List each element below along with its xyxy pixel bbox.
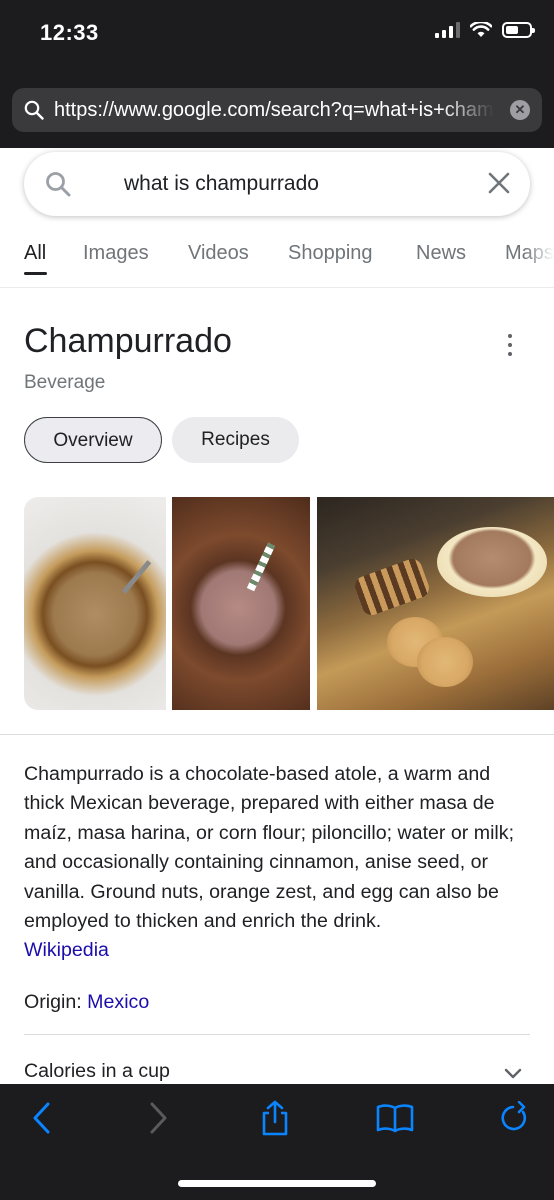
clear-url-icon[interactable]: ✕ (510, 100, 530, 120)
search-input[interactable]: what is champurrado (124, 172, 319, 196)
knowledge-panel-subtitle: Beverage (24, 372, 106, 393)
tab-images[interactable]: Images (83, 242, 149, 265)
knowledge-panel-title: Champurrado (24, 322, 232, 360)
bookmarks-icon[interactable] (371, 1098, 419, 1138)
origin-row: Origin: Mexico (24, 991, 149, 1014)
more-options-icon[interactable] (500, 334, 520, 356)
wikipedia-link[interactable]: Wikipedia (24, 939, 109, 961)
chevron-down-icon[interactable] (502, 1062, 524, 1084)
calories-row[interactable]: Calories in a cup (24, 1060, 170, 1083)
address-bar[interactable]: https://www.google.com/search?q=what+is+… (12, 88, 542, 132)
search-icon[interactable] (44, 170, 72, 198)
cellular-signal-icon (435, 22, 460, 38)
active-tab-indicator (24, 272, 47, 275)
clear-search-icon[interactable] (486, 170, 512, 196)
forward-icon[interactable] (134, 1098, 182, 1138)
tabs-icon[interactable] (489, 1098, 537, 1138)
google-search-box[interactable]: what is champurrado (24, 152, 530, 216)
section-divider (24, 1034, 530, 1035)
back-icon[interactable] (18, 1098, 66, 1138)
chip-recipes[interactable]: Recipes (172, 417, 299, 463)
tab-maps[interactable]: Maps (505, 242, 554, 265)
tab-shopping[interactable]: Shopping (288, 242, 373, 265)
champurrado-image-1[interactable] (24, 497, 166, 710)
battery-icon (502, 22, 535, 38)
description-text: Champurrado is a chocolate-based atole, … (24, 763, 515, 933)
chip-overview[interactable]: Overview (24, 417, 162, 463)
tab-videos[interactable]: Videos (188, 242, 249, 265)
champurrado-image-2[interactable] (172, 497, 310, 710)
wifi-icon (470, 22, 492, 37)
tab-news[interactable]: News (416, 242, 466, 265)
home-indicator[interactable] (178, 1180, 376, 1187)
origin-link[interactable]: Mexico (87, 991, 149, 1013)
share-icon[interactable] (251, 1098, 299, 1138)
url-text[interactable]: https://www.google.com/search?q=what+is+… (54, 99, 494, 122)
champurrado-image-3[interactable] (317, 497, 554, 710)
section-divider (0, 734, 554, 735)
description: Champurrado is a chocolate-based atole, … (24, 760, 534, 966)
browser-chrome-top: 12:33 https://www.google.com/search?q=wh… (0, 0, 554, 148)
status-icons (435, 22, 535, 38)
origin-label: Origin: (24, 991, 82, 1013)
search-icon (24, 100, 44, 120)
search-tabs: All Images Videos Shopping News Maps (0, 238, 554, 288)
status-time: 12:33 (40, 20, 99, 45)
tab-all[interactable]: All (24, 242, 46, 265)
